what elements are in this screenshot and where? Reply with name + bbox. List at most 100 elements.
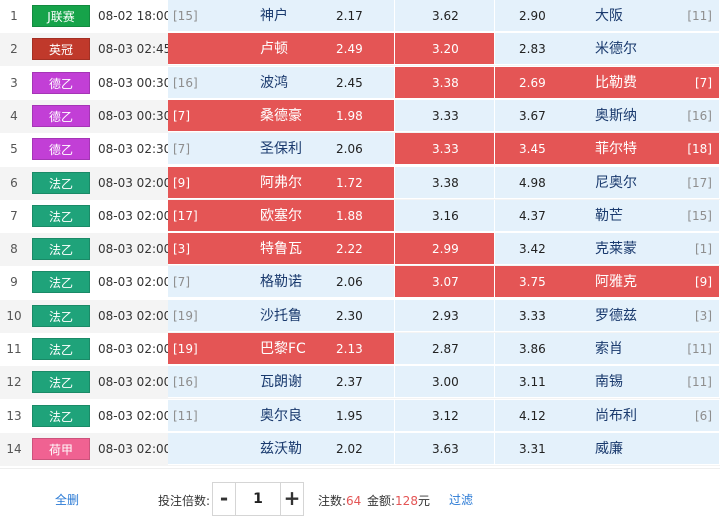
match-row: 11 法乙 08-03 02:00 [19] 巴黎FC 2.13 2.87 3.86 索肖 [11… xyxy=(0,333,720,366)
home-team-name: 阿弗尔 xyxy=(260,175,302,191)
home-win-option[interactable]: [15] 神户 2.17 xyxy=(168,0,395,32)
home-team-name: 巴黎FC xyxy=(260,341,306,357)
multiplier-plus-button[interactable]: + xyxy=(280,482,304,516)
clear-all-link[interactable]: 全删 xyxy=(55,491,79,508)
draw-option[interactable]: 2.93 xyxy=(395,300,495,332)
home-rank: [15] xyxy=(173,9,198,23)
row-number: 8 xyxy=(10,242,18,256)
row-number: 2 xyxy=(10,42,18,56)
bet-count: 注数:64 xyxy=(318,492,361,509)
match-row: 5 德乙 08-03 02:30 [7] 圣保利 2.06 3.33 3.45 菲尔特 [18] xyxy=(0,133,720,166)
away-win-odds: 3.67 xyxy=(519,109,546,123)
row-number: 6 xyxy=(10,176,18,190)
draw-option[interactable]: 3.33 xyxy=(395,100,495,132)
away-win-option[interactable]: 4.37 勒芒 [15] xyxy=(495,200,720,232)
home-team-name: 波鸿 xyxy=(260,75,288,91)
home-win-odds: 2.22 xyxy=(336,242,363,256)
home-win-odds: 1.98 xyxy=(336,109,363,123)
home-win-option[interactable]: [19] 沙托鲁 2.30 xyxy=(168,300,395,332)
away-rank: [11] xyxy=(687,342,712,356)
away-win-option[interactable]: 2.83 米德尔 xyxy=(495,33,720,65)
row-number: 14 xyxy=(6,442,22,456)
away-win-option[interactable]: 2.69 比勒费 [7] xyxy=(495,67,720,99)
draw-odds: 2.87 xyxy=(432,342,459,356)
away-rank: [18] xyxy=(687,142,712,156)
home-rank: [19] xyxy=(173,309,198,323)
home-rank: [7] xyxy=(173,109,190,123)
home-team-name: 兹沃勒 xyxy=(260,441,302,457)
home-team-name: 特鲁瓦 xyxy=(260,241,302,257)
league-badge: 德乙 xyxy=(32,72,90,94)
row-number: 9 xyxy=(10,275,18,289)
away-win-option[interactable]: 3.86 索肖 [11] xyxy=(495,333,720,365)
draw-odds: 3.07 xyxy=(432,275,459,289)
away-win-odds: 4.12 xyxy=(519,409,546,423)
home-win-option[interactable]: 卢顿 2.49 xyxy=(168,33,395,65)
draw-option[interactable]: 3.20 xyxy=(395,33,495,65)
draw-option[interactable]: 3.33 xyxy=(395,133,495,165)
row-number: 12 xyxy=(6,375,22,389)
match-time: 08-03 02:45 xyxy=(98,42,172,56)
bet-amount-unit: 元 xyxy=(417,494,430,508)
draw-option[interactable]: 3.63 xyxy=(395,433,495,465)
away-team-name: 尚布利 xyxy=(595,408,637,424)
away-win-odds: 4.37 xyxy=(519,209,546,223)
league-badge: 法乙 xyxy=(32,338,90,360)
league-badge: 德乙 xyxy=(32,105,90,127)
away-win-option[interactable]: 2.90 大阪 [11] xyxy=(495,0,720,32)
home-win-option[interactable]: [19] 巴黎FC 2.13 xyxy=(168,333,395,365)
away-team-name: 阿雅克 xyxy=(595,274,637,290)
draw-odds: 3.33 xyxy=(432,142,459,156)
home-team-name: 奥尔良 xyxy=(260,408,302,424)
draw-option[interactable]: 3.12 xyxy=(395,400,495,432)
draw-option[interactable]: 3.38 xyxy=(395,167,495,199)
away-win-option[interactable]: 3.75 阿雅克 [9] xyxy=(495,266,720,298)
home-win-odds: 2.06 xyxy=(336,142,363,156)
draw-option[interactable]: 3.38 xyxy=(395,67,495,99)
home-win-odds: 1.72 xyxy=(336,176,363,190)
match-row: 14 荷甲 08-03 02:00 兹沃勒 2.02 3.63 3.31 威廉 xyxy=(0,433,720,466)
draw-option[interactable]: 3.07 xyxy=(395,266,495,298)
away-team-name: 大阪 xyxy=(595,8,623,24)
draw-option[interactable]: 2.99 xyxy=(395,233,495,265)
home-win-option[interactable]: [16] 波鸿 2.45 xyxy=(168,67,395,99)
home-team-name: 圣保利 xyxy=(260,141,302,157)
home-win-option[interactable]: [7] 格勒诺 2.06 xyxy=(168,266,395,298)
home-win-option[interactable]: [11] 奥尔良 1.95 xyxy=(168,400,395,432)
away-win-option[interactable]: 4.12 尚布利 [6] xyxy=(495,400,720,432)
away-team-name: 比勒费 xyxy=(595,75,637,91)
away-win-option[interactable]: 3.11 南锡 [11] xyxy=(495,366,720,398)
draw-option[interactable]: 2.87 xyxy=(395,333,495,365)
home-win-option[interactable]: 兹沃勒 2.02 xyxy=(168,433,395,465)
match-row: 4 德乙 08-03 00:30 [7] 桑德豪 1.98 3.33 3.67 奥斯纳 [16] xyxy=(0,100,720,133)
home-win-option[interactable]: [7] 圣保利 2.06 xyxy=(168,133,395,165)
multiplier-minus-button[interactable]: - xyxy=(212,482,236,516)
away-rank: [15] xyxy=(687,209,712,223)
draw-option[interactable]: 3.16 xyxy=(395,200,495,232)
league-badge: 法乙 xyxy=(32,371,90,393)
home-rank: [3] xyxy=(173,242,190,256)
match-time: 08-03 02:00 xyxy=(98,375,172,389)
draw-option[interactable]: 3.62 xyxy=(395,0,495,32)
away-win-option[interactable]: 3.42 克莱蒙 [1] xyxy=(495,233,720,265)
home-rank: [9] xyxy=(173,176,190,190)
multiplier-label: 投注倍数: xyxy=(158,494,211,508)
match-time: 08-03 02:00 xyxy=(98,342,172,356)
away-rank: [3] xyxy=(695,309,712,323)
home-win-option[interactable]: [16] 瓦朗谢 2.37 xyxy=(168,366,395,398)
league-badge: 法乙 xyxy=(32,238,90,260)
home-win-option[interactable]: [3] 特鲁瓦 2.22 xyxy=(168,233,395,265)
away-win-option[interactable]: 3.31 威廉 xyxy=(495,433,720,465)
away-win-option[interactable]: 3.67 奥斯纳 [16] xyxy=(495,100,720,132)
home-win-option[interactable]: [7] 桑德豪 1.98 xyxy=(168,100,395,132)
away-win-option[interactable]: 4.98 尼奥尔 [17] xyxy=(495,167,720,199)
home-team-name: 卢顿 xyxy=(260,41,288,57)
away-win-option[interactable]: 3.45 菲尔特 [18] xyxy=(495,133,720,165)
away-win-option[interactable]: 3.33 罗德兹 [3] xyxy=(495,300,720,332)
home-win-option[interactable]: [9] 阿弗尔 1.72 xyxy=(168,167,395,199)
filter-link[interactable]: 过滤 xyxy=(449,491,473,508)
draw-option[interactable]: 3.00 xyxy=(395,366,495,398)
away-team-name: 勒芒 xyxy=(595,208,623,224)
multiplier-input[interactable] xyxy=(236,482,280,516)
home-win-option[interactable]: [17] 欧塞尔 1.88 xyxy=(168,200,395,232)
